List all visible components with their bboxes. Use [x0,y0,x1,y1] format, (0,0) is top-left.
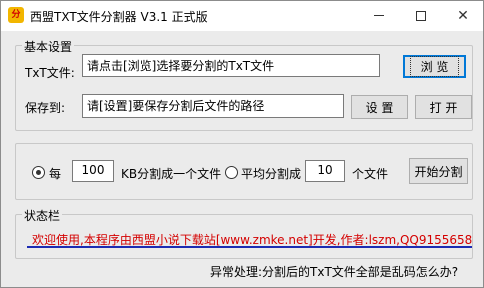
window-title: 西盟TXT文件分割器 V3.1 正式版 [30,10,208,24]
maximize-icon [416,10,426,21]
faq-link[interactable]: 异常处理:分割后的TxT文件全部是乱码怎么办? [210,263,458,280]
close-icon: ✕ [457,7,469,24]
browse-button[interactable]: 浏 览 [403,55,466,78]
per-label: 每 [49,167,62,181]
start-split-button[interactable]: 开始分割 [409,158,468,184]
save-to-label: 保存到: [25,101,66,115]
status-group-label: 状态栏 [22,207,63,224]
txt-file-input[interactable]: 请点击[浏览]选择要分割的TxT文件 [82,54,380,77]
minimize-icon [374,15,384,16]
txt-file-label: TxT文件: [25,66,75,80]
average-split-suffix: 个文件 [352,167,389,181]
title-bar[interactable]: 分 西盟TXT文件分割器 V3.1 正式版 ✕ [1,1,483,31]
open-button[interactable]: 打 开 [415,95,472,119]
save-path-input[interactable]: 请[设置]要保存分割后文件的路径 [82,94,344,118]
average-split-label: 平均分割成 [241,167,302,181]
basic-settings-label: 基本设置 [22,38,75,55]
status-underline [27,246,472,248]
average-split-radio[interactable] [225,166,238,179]
maximize-button[interactable] [399,1,443,30]
app-window: 分 西盟TXT文件分割器 V3.1 正式版 ✕ 基本设置 TxT文件: 请点击[… [0,0,484,288]
per-kb-radio[interactable] [32,166,45,179]
per-kb-input[interactable]: 100 [72,160,114,182]
browse-button-label: 浏 览 [409,56,460,77]
close-button[interactable]: ✕ [441,1,484,30]
app-logo-icon: 分 [8,7,24,23]
minimize-button[interactable] [357,1,401,30]
per-kb-suffix: KB分割成一个文件 [121,167,222,181]
average-count-input[interactable]: 10 [305,160,345,182]
set-button[interactable]: 设 置 [351,95,408,119]
